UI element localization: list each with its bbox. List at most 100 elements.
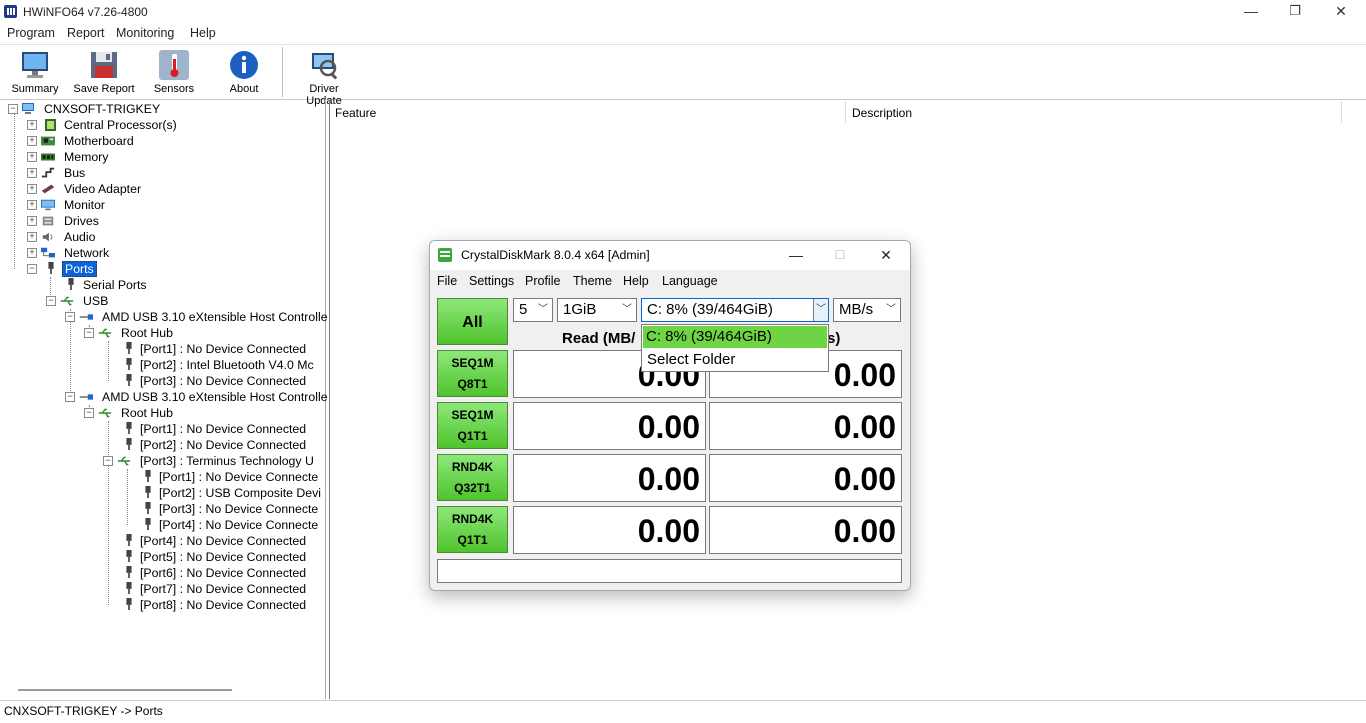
column-separator[interactable]: [845, 101, 846, 123]
save-report-button[interactable]: Save Report: [71, 45, 137, 99]
port-icon: [126, 598, 132, 610]
menu-monitoring[interactable]: Monitoring: [116, 26, 174, 40]
test-line1: SEQ1M: [451, 408, 494, 422]
video-adapter-icon: [41, 184, 55, 194]
test-count-select[interactable]: 5 ﹀: [513, 298, 553, 322]
column-header-feature[interactable]: Feature: [335, 106, 376, 120]
expand-toggle[interactable]: +: [27, 216, 37, 226]
read-column-header: Read (MB/: [562, 330, 636, 347]
test-line2: Q1T1: [457, 429, 488, 443]
collapse-toggle[interactable]: −: [27, 264, 37, 274]
tree-connector: [70, 309, 71, 397]
tree-item-label: [Port2] : USB Composite Devi: [159, 486, 321, 500]
tree-item-label: [Port8] : No Device Connected: [140, 598, 307, 612]
test-size-select[interactable]: 1GiB ﹀: [557, 298, 637, 322]
unit-select[interactable]: MB/s ﹀: [833, 298, 901, 322]
about-button[interactable]: About: [211, 45, 277, 99]
expand-toggle[interactable]: +: [27, 232, 37, 242]
device-tree[interactable]: − CNXSOFT-TRIGKEY + Central Processor(s)…: [0, 99, 328, 699]
close-button[interactable]: ✕: [1318, 0, 1364, 24]
cdm-minimize-button[interactable]: —: [776, 244, 816, 268]
window-title: HWiNFO64 v7.26-4800: [23, 5, 148, 19]
floppy-disk-icon: [91, 52, 117, 78]
read-result: 0.00: [513, 454, 706, 502]
drive-select[interactable]: C: 8% (39/464GiB) ﹀: [641, 298, 829, 322]
info-icon: [230, 51, 258, 79]
dropdown-option-select-folder[interactable]: Select Folder: [643, 349, 827, 371]
expand-toggle[interactable]: +: [27, 136, 37, 146]
tree-item-label: Audio: [64, 230, 96, 244]
usb-icon: [60, 296, 74, 306]
driver-update-button[interactable]: Driver Update: [291, 45, 357, 107]
thermometer-icon: [159, 50, 189, 80]
cdm-menu-help[interactable]: Help: [623, 274, 649, 288]
port-icon: [126, 438, 132, 450]
port-icon: [126, 534, 132, 546]
expand-toggle[interactable]: +: [27, 200, 37, 210]
chevron-down-icon: ﹀: [813, 299, 828, 321]
drive-icon: [42, 216, 54, 226]
port-icon: [145, 518, 151, 530]
test-rnd4k-q1t1-button[interactable]: RND4K Q1T1: [437, 506, 508, 553]
restore-button[interactable]: ❐: [1272, 0, 1318, 24]
cdm-menu-file[interactable]: File: [437, 274, 457, 288]
run-all-button[interactable]: All: [437, 298, 508, 345]
port-icon: [48, 262, 54, 274]
comment-input[interactable]: [437, 559, 902, 583]
menu-help[interactable]: Help: [190, 26, 216, 40]
tree-connector: [14, 113, 15, 269]
collapse-toggle[interactable]: −: [103, 456, 113, 466]
tree-item-label: AMD USB 3.10 eXtensible Host Controlle: [102, 310, 328, 324]
tree-item-label: [Port2] : Intel Bluetooth V4.0 Mc: [140, 358, 314, 372]
column-header-description[interactable]: Description: [852, 106, 912, 120]
cdm-menu-language[interactable]: Language: [662, 274, 718, 288]
dropdown-option-drive-c[interactable]: C: 8% (39/464GiB): [643, 326, 827, 348]
collapse-toggle[interactable]: −: [65, 312, 75, 322]
expand-toggle[interactable]: +: [27, 152, 37, 162]
collapse-toggle[interactable]: −: [84, 328, 94, 338]
test-rnd4k-q32t1-button[interactable]: RND4K Q32T1: [437, 454, 508, 501]
expand-toggle[interactable]: +: [27, 248, 37, 258]
collapse-toggle[interactable]: −: [46, 296, 56, 306]
expand-toggle[interactable]: +: [27, 120, 37, 130]
tree-item-label: Root Hub: [121, 326, 173, 340]
cdm-menu-profile[interactable]: Profile: [525, 274, 560, 288]
test-seq1m-q8t1-button[interactable]: SEQ1M Q8T1: [437, 350, 508, 397]
tree-item-label: [Port4] : No Device Connecte: [159, 518, 319, 532]
speaker-icon: [42, 232, 53, 242]
minimize-button[interactable]: —: [1228, 0, 1274, 24]
cdm-maximize-button[interactable]: ☐: [820, 244, 860, 268]
toolbar-separator: [282, 47, 283, 97]
tree-connector: [108, 341, 109, 381]
cdm-menu-theme[interactable]: Theme: [573, 274, 612, 288]
test-seq1m-q1t1-button[interactable]: SEQ1M Q1T1: [437, 402, 508, 449]
tree-item-label: Memory: [64, 150, 109, 164]
collapse-toggle[interactable]: −: [65, 392, 75, 402]
cpu-icon: [45, 119, 56, 131]
column-separator[interactable]: [1341, 101, 1342, 123]
tree-horizontal-scrollbar[interactable]: [18, 689, 232, 691]
expand-toggle[interactable]: +: [27, 168, 37, 178]
port-icon: [126, 566, 132, 578]
tree-item-label: [Port2] : No Device Connected: [140, 438, 307, 452]
tree-item-label: Central Processor(s): [64, 118, 177, 132]
collapse-toggle[interactable]: −: [8, 104, 18, 114]
write-result: 0.00: [709, 402, 902, 450]
expand-toggle[interactable]: +: [27, 184, 37, 194]
tree-item-label: [Port7] : No Device Connected: [140, 582, 307, 596]
tree-item-label-selected: Ports: [62, 261, 97, 277]
menu-program[interactable]: Program: [7, 26, 55, 40]
drive-value: C: 8% (39/464GiB): [647, 301, 773, 318]
menu-bar: Program Report Monitoring Help: [0, 24, 1366, 42]
motherboard-icon: [41, 136, 55, 146]
collapse-toggle[interactable]: −: [84, 408, 94, 418]
menu-report[interactable]: Report: [67, 26, 105, 40]
summary-button[interactable]: Summary: [2, 45, 68, 99]
read-result: 0.00: [513, 506, 706, 554]
cdm-close-button[interactable]: ✕: [866, 244, 906, 268]
tree-connector: [127, 469, 128, 525]
test-line2: Q8T1: [457, 377, 488, 391]
port-icon: [145, 502, 151, 514]
sensors-button[interactable]: Sensors: [141, 45, 207, 99]
cdm-menu-settings[interactable]: Settings: [469, 274, 514, 288]
